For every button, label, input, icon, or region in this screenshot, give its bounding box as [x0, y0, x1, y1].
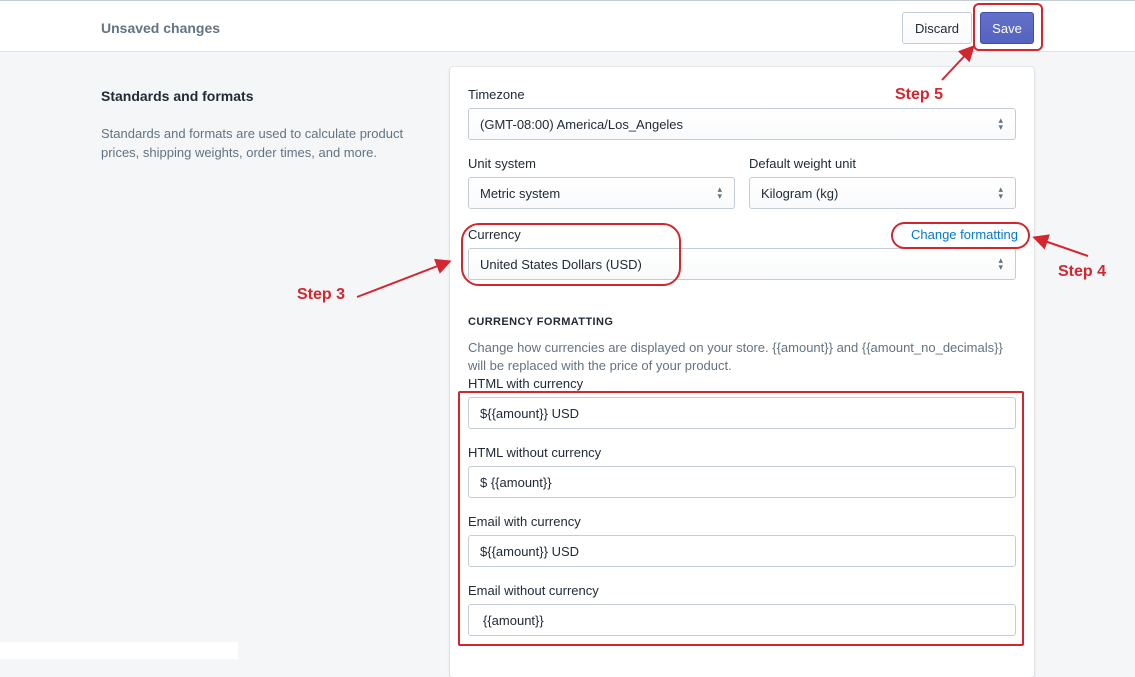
- annotation-arrows: [356, 45, 1089, 298]
- bottom-bar-fragment: [0, 642, 238, 659]
- arrow-icon: [941, 45, 975, 81]
- arrow-icon: [356, 258, 452, 298]
- arrow-icon: [1032, 234, 1089, 257]
